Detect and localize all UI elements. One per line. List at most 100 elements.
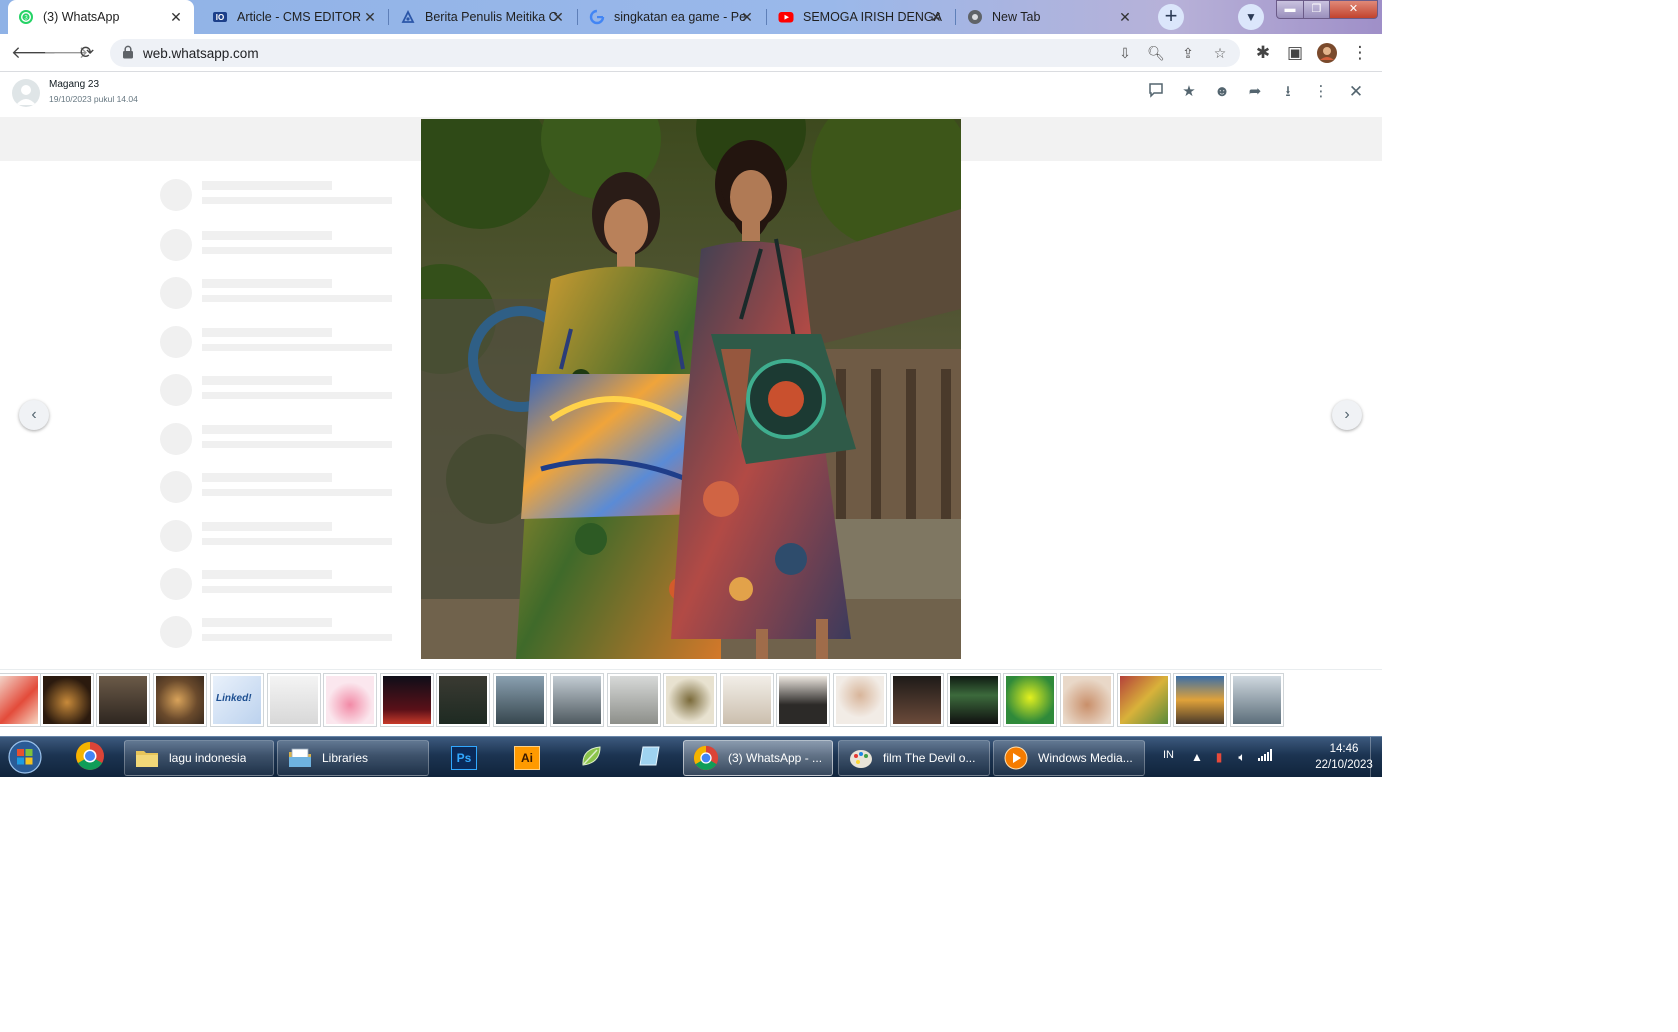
extensions-puzzle-icon[interactable]: ✱ bbox=[1252, 42, 1274, 64]
media-thumbnail[interactable] bbox=[1230, 673, 1284, 727]
back-arrow-icon[interactable]: 🡐 bbox=[11, 42, 57, 64]
tab-youtube[interactable]: SEMOGA IRISH DENGA ✕ bbox=[768, 0, 954, 34]
background-chat-row bbox=[160, 421, 420, 457]
media-thumbnail[interactable] bbox=[720, 673, 774, 727]
taskbar-app-lagu-indonesia[interactable]: lagu indonesia bbox=[124, 740, 274, 776]
media-thumbnail[interactable] bbox=[550, 673, 604, 727]
background-chat-row bbox=[160, 275, 420, 311]
profile-avatar[interactable] bbox=[1316, 42, 1338, 64]
go-to-message-icon[interactable] bbox=[1146, 82, 1166, 102]
close-tab-icon[interactable]: ✕ bbox=[928, 9, 944, 25]
media-thumbnail[interactable] bbox=[267, 673, 321, 727]
background-chat-row bbox=[160, 566, 420, 602]
language-indicator[interactable]: IN bbox=[1163, 749, 1174, 761]
media-thumbnail[interactable] bbox=[1173, 673, 1227, 727]
illustrator-icon: Ai bbox=[514, 746, 540, 770]
power-icon[interactable]: ▮ bbox=[1211, 749, 1227, 765]
tab-google-search[interactable]: singkatan ea game - Pe ✕ bbox=[579, 0, 765, 34]
media-thumbnail[interactable] bbox=[663, 673, 717, 727]
message-timestamp: 19/10/2023 pukul 14.04 bbox=[49, 94, 138, 104]
taskbar-pinned-app[interactable] bbox=[623, 740, 677, 776]
forward-arrow-icon[interactable]: 🡒 bbox=[43, 42, 89, 64]
media-thumbnail[interactable] bbox=[380, 673, 434, 727]
show-desktop-button[interactable] bbox=[1370, 737, 1382, 777]
start-button[interactable] bbox=[6, 739, 44, 775]
more-options-icon[interactable]: ⋮ bbox=[1311, 82, 1331, 102]
media-thumbnail[interactable] bbox=[947, 673, 1001, 727]
media-thumbnail[interactable] bbox=[40, 673, 94, 727]
address-bar[interactable]: web.whatsapp.com ⇩ 🔍︎ ⇪ ☆ bbox=[110, 39, 1240, 67]
media-thumbnail[interactable] bbox=[1117, 673, 1171, 727]
tab-separator bbox=[955, 9, 956, 25]
youtube-icon bbox=[778, 9, 794, 25]
taskbar-app-paint[interactable]: film The Devil o... bbox=[838, 740, 990, 776]
sender-avatar[interactable] bbox=[12, 79, 40, 107]
screen: 3 (3) WhatsApp ✕ IO Article - CMS EDITOR… bbox=[0, 0, 1382, 777]
media-thumbnail[interactable] bbox=[607, 673, 661, 727]
sender-name[interactable]: Magang 23 bbox=[49, 79, 99, 90]
media-thumbnail[interactable] bbox=[0, 673, 41, 727]
taskbar-pinned-app[interactable] bbox=[564, 740, 618, 776]
star-icon[interactable]: ★ bbox=[1179, 82, 1199, 102]
tab-search-chevron-icon[interactable]: ▼ bbox=[1238, 4, 1264, 30]
close-tab-icon[interactable]: ✕ bbox=[550, 9, 566, 25]
bookmark-star-icon[interactable]: ☆ bbox=[1210, 43, 1230, 63]
media-thumbnail[interactable] bbox=[1060, 673, 1114, 727]
react-emoji-icon[interactable]: ☻ bbox=[1212, 82, 1232, 102]
network-signal-icon[interactable] bbox=[1257, 749, 1273, 765]
media-thumbnail[interactable] bbox=[323, 673, 377, 727]
taskbar-photoshop[interactable]: Ps bbox=[437, 740, 491, 776]
background-chat-row bbox=[160, 518, 420, 554]
taskbar-app-libraries[interactable]: Libraries bbox=[277, 740, 429, 776]
close-tab-icon[interactable]: ✕ bbox=[362, 9, 378, 25]
taskbar-app-whatsapp-chrome[interactable]: (3) WhatsApp - ... bbox=[683, 740, 833, 776]
new-tab-button[interactable]: + bbox=[1158, 4, 1184, 30]
forward-icon[interactable]: ➦ bbox=[1245, 82, 1265, 102]
tab-new-tab[interactable]: New Tab ✕ bbox=[957, 0, 1143, 34]
media-thumbnail[interactable] bbox=[1003, 673, 1057, 727]
previous-media-chevron-icon[interactable]: ‹ bbox=[19, 400, 49, 430]
close-tab-icon[interactable]: ✕ bbox=[1117, 9, 1133, 25]
minimize-window-button[interactable]: ▬ bbox=[1276, 0, 1304, 19]
maximize-window-button[interactable]: ❐ bbox=[1303, 0, 1330, 19]
tab-whatsapp[interactable]: 3 (3) WhatsApp ✕ bbox=[8, 0, 194, 34]
media-thumbnail[interactable] bbox=[153, 673, 207, 727]
media-thumbnail[interactable] bbox=[890, 673, 944, 727]
show-hidden-icons-chevron-icon[interactable]: ▲ bbox=[1189, 749, 1205, 765]
next-media-chevron-icon[interactable]: › bbox=[1332, 400, 1362, 430]
taskbar-chrome[interactable] bbox=[63, 740, 117, 776]
background-chat-row bbox=[160, 372, 420, 408]
media-thumbnail[interactable] bbox=[436, 673, 490, 727]
media-thumbnail[interactable] bbox=[96, 673, 150, 727]
tab-separator bbox=[388, 9, 389, 25]
zoom-icon[interactable]: 🔍︎ bbox=[1146, 43, 1166, 63]
browser-menu-icon[interactable]: ⋮ bbox=[1349, 42, 1371, 64]
media-thumbnail[interactable] bbox=[493, 673, 547, 727]
taskbar-app-windows-media-player[interactable]: Windows Media... bbox=[993, 740, 1145, 776]
close-tab-icon[interactable]: ✕ bbox=[168, 9, 184, 25]
close-tab-icon[interactable]: ✕ bbox=[739, 9, 755, 25]
close-window-button[interactable]: ✕ bbox=[1329, 0, 1378, 19]
volume-icon[interactable]: 🔈︎ bbox=[1234, 749, 1250, 765]
close-viewer-icon[interactable]: ✕ bbox=[1346, 82, 1366, 102]
background-chat-row bbox=[160, 614, 420, 650]
reload-icon[interactable]: ⟳ bbox=[76, 42, 98, 64]
download-icon[interactable]: ⭳ bbox=[1278, 82, 1298, 102]
media-thumbnail[interactable] bbox=[776, 673, 830, 727]
tab-separator bbox=[577, 9, 578, 25]
folder-icon bbox=[133, 744, 161, 772]
media-thumbnail[interactable] bbox=[833, 673, 887, 727]
media-thumbnail[interactable]: Linked! bbox=[210, 673, 264, 727]
libraries-icon bbox=[286, 744, 314, 772]
background-chat-row bbox=[160, 177, 420, 213]
clock-time[interactable]: 14:46 bbox=[1316, 743, 1372, 755]
install-app-icon[interactable]: ⇩ bbox=[1115, 43, 1135, 63]
background-chat-row bbox=[160, 324, 420, 360]
taskbar-illustrator[interactable]: Ai bbox=[500, 740, 554, 776]
tab-cms-editor[interactable]: IO Article - CMS EDITOR ✕ bbox=[202, 0, 388, 34]
paint-icon bbox=[847, 744, 875, 772]
viewer-header: Magang 23 19/10/2023 pukul 14.04 ★ ☻ ➦ ⭳… bbox=[0, 72, 1382, 112]
share-icon[interactable]: ⇪ bbox=[1178, 43, 1198, 63]
tab-berita[interactable]: Berita Penulis Meitika C ✕ bbox=[390, 0, 576, 34]
side-panel-icon[interactable]: ▣ bbox=[1284, 42, 1306, 64]
